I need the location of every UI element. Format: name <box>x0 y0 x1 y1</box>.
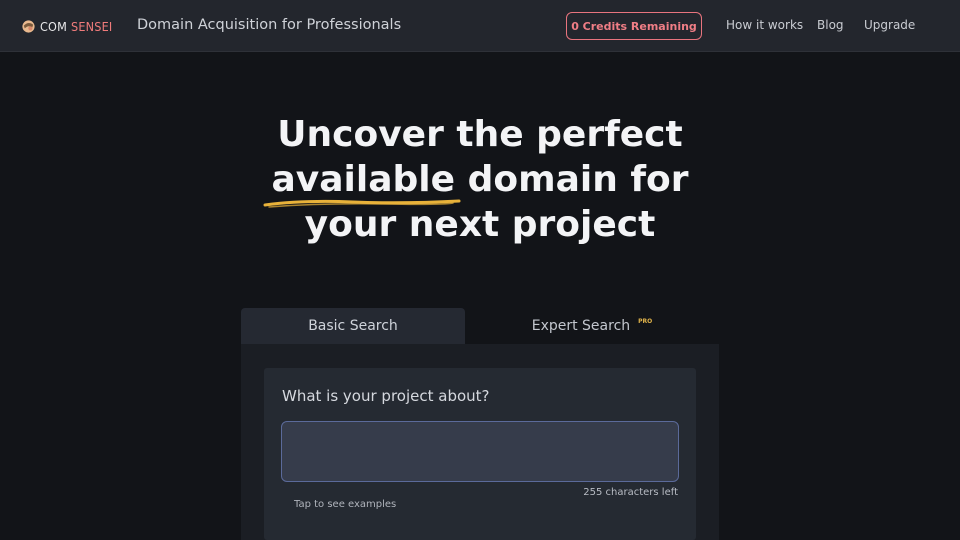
hero-line-2-rest: domain for <box>455 159 689 200</box>
tab-basic-search[interactable]: Basic Search <box>241 308 465 344</box>
hero-highlight-word: available <box>263 157 461 208</box>
nav-link-how-it-works[interactable]: How it works <box>726 18 803 32</box>
brand-name-com: COM <box>40 18 68 34</box>
nav-link-blog[interactable]: Blog <box>817 18 844 32</box>
brand-logo[interactable]: COM SENSEI <box>21 17 112 35</box>
fist-logo-icon <box>22 19 35 33</box>
nav-link-upgrade[interactable]: Upgrade <box>864 18 915 32</box>
credits-remaining-button[interactable]: 0 Credits Remaining <box>566 12 702 40</box>
characters-left-counter: 255 characters left <box>583 487 678 498</box>
hero-line-1: Uncover the perfect <box>277 114 683 155</box>
brand-name-sensei: SENSEI <box>71 18 113 34</box>
search-mode-tabs: Basic Search Expert Search PRO <box>241 308 719 344</box>
hero-line-3: your next project <box>304 204 656 245</box>
brand-tagline: Domain Acquisition for Professionals <box>137 17 402 33</box>
tab-expert-search-label: Expert Search <box>531 318 631 334</box>
tab-basic-search-label: Basic Search <box>308 318 398 334</box>
brush-underline-decoration <box>263 199 461 208</box>
see-examples-link[interactable]: Tap to see examples <box>294 499 396 510</box>
hero-highlight-text: available <box>271 159 456 200</box>
hero-line-2: available domain for <box>0 157 960 208</box>
project-description-input[interactable] <box>281 421 679 482</box>
pro-badge: PRO <box>638 317 653 325</box>
tab-expert-search[interactable]: Expert Search PRO <box>465 308 719 344</box>
project-question-label: What is your project about? <box>282 387 490 405</box>
top-navbar: COM SENSEI Domain Acquisition for Profess… <box>0 0 960 52</box>
hero-heading: Uncover the perfect available domain for… <box>0 112 960 247</box>
